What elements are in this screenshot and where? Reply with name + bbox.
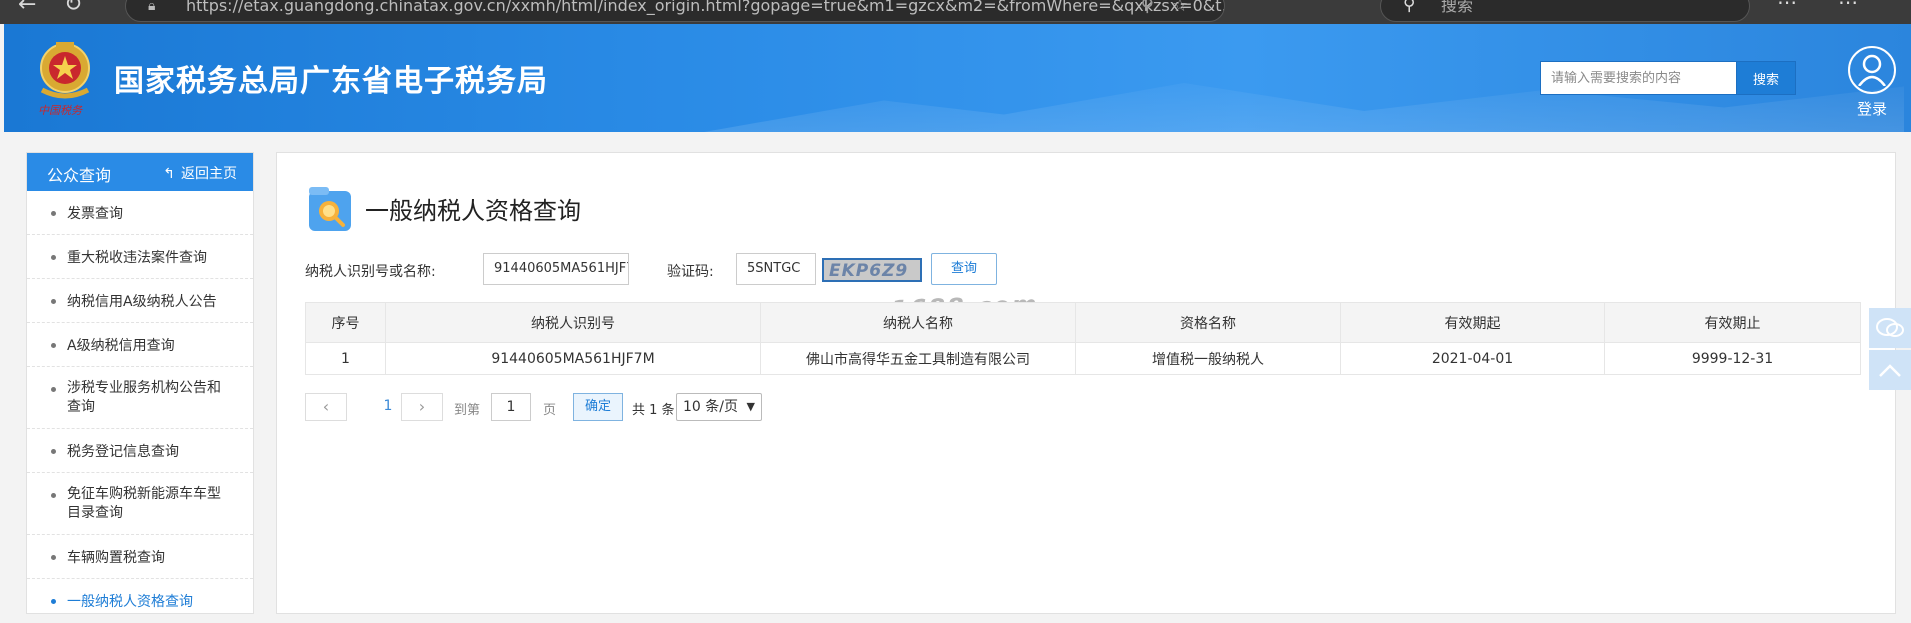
sidebar-item-tax-violation-query[interactable]: 重大税收违法案件查询 [27,235,253,279]
cell-index: 1 [305,342,386,375]
url-text: https://etax.guangdong.chinatax.gov.cn/x… [186,0,1225,15]
captcha-label: 验证码: [667,264,714,280]
result-table: 序号 纳税人识别号 纳税人名称 资格名称 有效期起 有效期止 1 9144060… [305,302,1861,375]
prev-page-button[interactable]: ‹ [305,393,347,421]
cell-valid-from: 2021-04-01 [1340,342,1605,375]
sidebar-item-invoice-query[interactable]: 发票查询 [27,191,253,235]
sidebar-item-vehicle-tax-query[interactable]: 车辆购置税查询 [27,535,253,579]
sidebar-item-registration-query[interactable]: 税务登记信息查询 [27,429,253,473]
next-page-button[interactable]: › [401,393,443,421]
sidebar-item-tax-agency-query[interactable]: 涉税专业服务机构公告和查询 [27,367,253,429]
user-icon [1848,46,1896,94]
goto-page-input[interactable]: 1 [491,393,531,421]
goto-suffix: 页 [543,403,557,418]
sidebar-title: 公众查询 [47,166,112,185]
chat-icon [1876,318,1904,337]
sidebar-header: 公众查询 ↰ 返回主页 [27,153,253,191]
page-number-current[interactable]: 1 [373,398,403,414]
back-home-link[interactable]: ↰ 返回主页 [163,163,237,183]
refresh-icon[interactable]: ↻ [64,0,82,17]
url-action-icons[interactable]: ⚲☆ [1141,0,1206,21]
col-header-valid-to: 有效期止 [1604,302,1861,343]
browser-toolbar: ← ↻ 🔒︎ https://etax.guangdong.chinatax.g… [0,0,1911,24]
sidebar-item-label: A级纳税信用查询 [67,337,175,354]
back-icon[interactable]: ← [18,0,36,17]
sidebar-item-label: 发票查询 [67,205,123,222]
chevron-down-icon: ▼ [746,400,755,413]
lock-icon: 🔒︎ [148,0,156,14]
sidebar-item-a-credit-query[interactable]: A级纳税信用查询 [27,323,253,367]
captcha-image-text: EKP6Z9 [829,261,909,281]
pagination: ‹ 1 › 到第 1 页 确定 共 1 条 10 条/页 ▼ [305,393,905,423]
col-header-taxpayer-name: 纳税人名称 [760,302,1076,343]
table-header-row: 序号 纳税人识别号 纳税人名称 资格名称 有效期起 有效期止 [305,302,1861,343]
taxpayer-label: 纳税人识别号或名称: [305,264,436,280]
sidebar-item-label: 重大税收违法案件查询 [67,249,207,266]
sidebar-item-label: 一般纳税人资格查询 [67,594,193,610]
address-bar[interactable]: 🔒︎ https://etax.guangdong.chinatax.gov.c… [125,0,1225,22]
sidebar: 公众查询 ↰ 返回主页 发票查询 重大税收违法案件查询 纳税信用A级纳税人公告 A… [26,152,254,614]
goto-prefix: 到第 [454,403,481,418]
browser-search-bar[interactable]: ⚲ 搜索 [1380,0,1750,22]
col-header-taxpayer-id: 纳税人识别号 [385,302,761,343]
emblem-caption: 中国税务 [38,104,82,117]
sidebar-item-ev-exemption-query[interactable]: 免征车购税新能源车车型目录查询 [27,473,253,535]
sidebar-item-label: 纳税信用A级纳税人公告 [67,293,217,310]
cell-qualification: 增值税一般纳税人 [1075,342,1341,375]
menu-icon[interactable]: ⋯ [1777,0,1797,14]
search-folder-icon [307,187,353,233]
page-title: 一般纳税人资格查询 [365,197,581,225]
total-count: 共 1 条 [632,403,675,418]
sidebar-item-label: 税务登记信息查询 [67,443,179,460]
query-button[interactable]: 查询 [931,253,997,285]
sidebar-item-label: 车辆购置税查询 [67,549,165,566]
captcha-input[interactable]: 5SNTGC [736,253,816,285]
browser-search-placeholder: 搜索 [1441,0,1474,15]
more-icon[interactable]: ⋯ [1838,0,1858,14]
search-icon: ⚲ [1403,0,1416,15]
sidebar-item-general-taxpayer-query[interactable]: 一般纳税人资格查询 [27,579,253,623]
captcha-image[interactable]: EKP6Z9 [822,258,922,282]
login-label: 登录 [1856,100,1887,118]
site-title: 国家税务总局广东省电子税务局 [114,64,548,99]
login-button[interactable]: 登录 [1842,46,1902,126]
back-to-top-button[interactable] [1869,350,1911,390]
floating-tools [1869,308,1911,392]
site-header: 中国税务 国家税务总局广东省电子税务局 搜索 登录 [4,24,1911,132]
taxpayer-input[interactable]: 91440605MA561HJF7M [483,253,629,285]
main-panel: 一般纳税人资格查询 纳税人识别号或名称: 91440605MA561HJF7M … [276,152,1896,614]
site-search: 搜索 [1540,61,1798,95]
sidebar-item-label: 免征车购税新能源车车型目录查询 [67,485,221,521]
chevron-right-icon: › [418,397,426,416]
chat-tool-button[interactable] [1869,308,1911,348]
page-size-select[interactable]: 10 条/页 ▼ [676,393,762,421]
back-arrow-icon: ↰ [163,166,175,182]
col-header-index: 序号 [305,302,386,343]
cell-taxpayer-name: 佛山市高得华五金工具制造有限公司 [760,342,1076,375]
site-search-button[interactable]: 搜索 [1736,61,1796,95]
site-search-input[interactable] [1540,61,1736,95]
page-size-value: 10 条/页 [683,399,738,415]
query-form: 纳税人识别号或名称: 91440605MA561HJF7M 验证码: 5SNTG… [305,253,1205,287]
cell-valid-to: 9999-12-31 [1604,342,1861,375]
tax-emblem-icon: 中国税务 [32,38,98,118]
col-header-qualification: 资格名称 [1075,302,1341,343]
chevron-up-icon [1879,364,1901,377]
chevron-left-icon: ‹ [322,397,330,416]
sidebar-item-label: 涉税专业服务机构公告和查询 [67,379,221,415]
table-row: 1 91440605MA561HJF7M 佛山市高得华五金工具制造有限公司 增值… [305,342,1861,375]
back-home-label: 返回主页 [181,166,237,182]
cell-taxpayer-id: 91440605MA561HJF7M [385,342,761,375]
col-header-valid-from: 有效期起 [1340,302,1605,343]
goto-confirm-button[interactable]: 确定 [573,393,623,421]
sidebar-item-a-credit-announcement[interactable]: 纳税信用A级纳税人公告 [27,279,253,323]
